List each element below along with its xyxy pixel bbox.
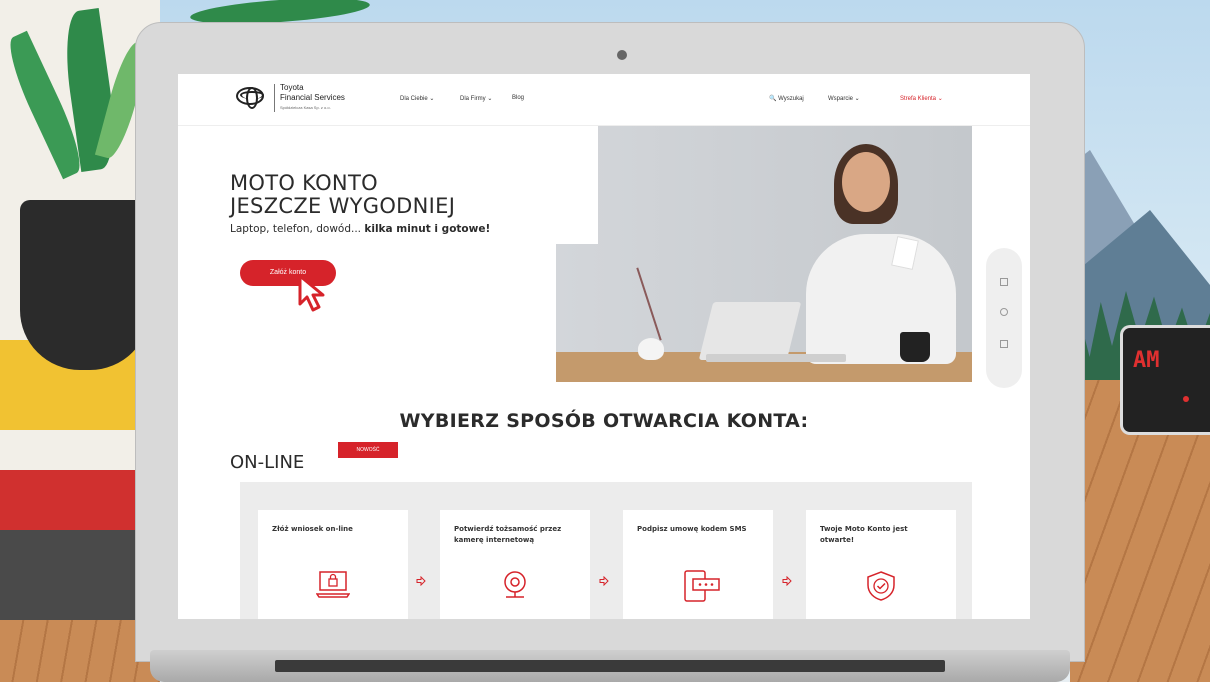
step-card: Podpisz umowę kodem SMS — [623, 510, 773, 619]
side-widget — [986, 248, 1022, 388]
arrow-right-icon — [782, 576, 792, 586]
calculator-icon[interactable] — [1000, 278, 1008, 286]
clock-device: AM — [1120, 325, 1210, 435]
webcam-icon — [504, 571, 526, 598]
hero-photo — [556, 126, 972, 382]
photo-laptop-base — [706, 354, 846, 362]
arrow-right-icon — [416, 576, 426, 586]
hero-title: MOTO KONTO JESZCZE WYGODNIEJ — [230, 172, 455, 218]
document-icon[interactable] — [1000, 340, 1008, 348]
photo-woman-body — [806, 234, 956, 364]
photo-laptop — [698, 302, 802, 360]
new-badge: NOWOŚĆ — [338, 442, 398, 458]
step-card: Twoje Moto Konto jest otwarte! — [806, 510, 956, 619]
logo-divider — [274, 84, 275, 112]
hero-subtitle-bold: kilka minut i gotowe! — [364, 223, 491, 235]
steps-panel: Złóż wniosek on-line Potwierdź tożsamość… — [240, 482, 972, 619]
step-card: Złóż wniosek on-line — [258, 510, 408, 619]
photo-mug — [900, 332, 930, 362]
nav-dla-firmy[interactable]: Dla Firmy ⌄ — [460, 95, 492, 102]
nav-strefa-klienta[interactable]: Strefa Klienta ⌄ — [900, 95, 943, 102]
photo-twig — [636, 267, 662, 341]
clock-display: AM — [1133, 348, 1160, 373]
laptop-hinge — [275, 660, 945, 672]
browser-screen: Toyota Financial Services Spółdzielcza K… — [178, 74, 1030, 619]
brand-subtitle[interactable]: Financial Services — [280, 93, 345, 102]
site-header: Toyota Financial Services Spółdzielcza K… — [178, 74, 1030, 126]
photo-woman-head — [842, 152, 890, 212]
brand-legal: Spółdzielcza Kasa Sp. z o.o. — [280, 105, 331, 110]
hero-title-line2: JESZCZE WYGODNIEJ — [230, 194, 456, 218]
mouse-cursor-icon — [298, 274, 325, 312]
laptop-lock-icon — [316, 571, 350, 598]
nav-blog[interactable]: Blog — [512, 95, 524, 101]
step-text: Złóż wniosek on-line — [272, 525, 353, 533]
hero-title-line1: MOTO KONTO — [230, 171, 378, 195]
webcam-dot — [617, 50, 627, 60]
arrow-right-icon — [599, 576, 609, 586]
photo-cutout — [556, 126, 598, 244]
step-text: Podpisz umowę kodem SMS — [637, 525, 747, 533]
nav-wsparcie[interactable]: Wsparcie ⌄ — [828, 95, 860, 102]
plant-pot — [20, 200, 150, 370]
hero-subtitle: Laptop, telefon, dowód... kilka minut i … — [230, 223, 490, 235]
phone-sms-icon — [684, 570, 720, 602]
step-text: Twoje Moto Konto jest otwarte! — [820, 525, 908, 544]
contact-icon[interactable] — [1000, 308, 1008, 316]
brand-name[interactable]: Toyota — [280, 83, 304, 92]
shield-check-icon — [867, 571, 895, 601]
clock-indicator — [1183, 396, 1189, 402]
photo-vase — [638, 338, 664, 360]
step-card: Potwierdź tożsamość przez kamerę interne… — [440, 510, 590, 619]
toyota-logo-icon[interactable] — [236, 87, 264, 109]
step-text: Potwierdź tożsamość przez kamerę interne… — [454, 525, 562, 544]
online-heading: ON-LINE — [230, 452, 305, 473]
search-link[interactable]: 🔍 Wyszukaj — [769, 95, 804, 102]
nav-dla-ciebie[interactable]: Dla Ciebie ⌄ — [400, 95, 434, 102]
hero-subtitle-plain: Laptop, telefon, dowód... — [230, 223, 365, 235]
section-title: WYBIERZ SPOSÓB OTWARCIA KONTA: — [399, 410, 809, 432]
